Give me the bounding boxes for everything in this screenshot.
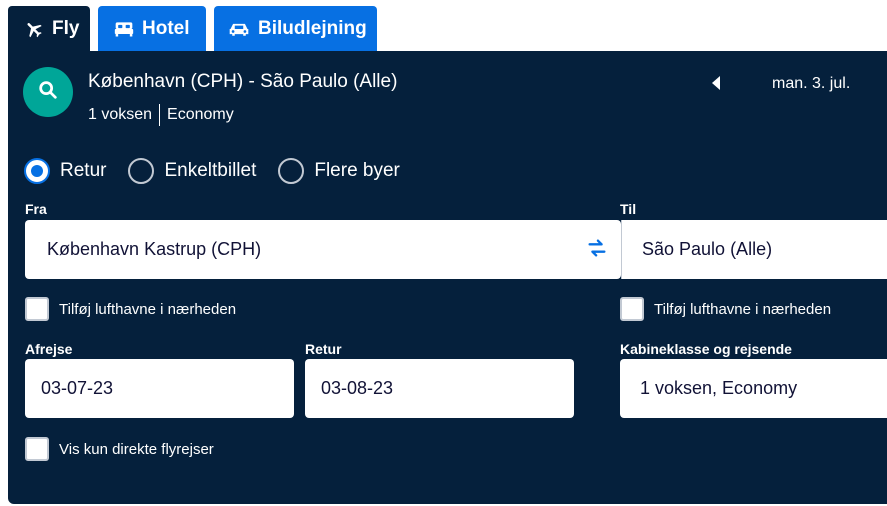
nearby-airports-to-checkbox[interactable]: Tilføj lufthavne i nærheden bbox=[620, 297, 831, 321]
from-input-value: København Kastrup (CPH) bbox=[47, 239, 262, 259]
cabin-travelers-label: Kabineklasse og rejsende bbox=[620, 341, 792, 357]
depart-date-value: 03-07-23 bbox=[41, 378, 114, 398]
car-icon bbox=[228, 21, 250, 37]
previous-date-arrow-icon[interactable] bbox=[710, 76, 722, 90]
tab-hotel[interactable]: Hotel bbox=[98, 6, 206, 51]
radio-unchecked-icon[interactable] bbox=[128, 158, 155, 184]
trip-type-one-way[interactable]: Enkeltbillet bbox=[128, 158, 256, 184]
travelers-summary: 1 voksen bbox=[88, 106, 153, 123]
radio-unchecked-icon[interactable] bbox=[278, 158, 305, 184]
to-label: Til bbox=[620, 201, 637, 217]
tab-car-hire[interactable]: Biludlejning bbox=[214, 6, 377, 51]
tab-fly[interactable]: Fly bbox=[8, 6, 90, 51]
traveler-summary: 1 voksen Economy bbox=[88, 104, 234, 126]
cabin-summary: Economy bbox=[167, 106, 234, 123]
return-date-input[interactable]: 03-08-23 bbox=[305, 359, 574, 418]
route-summary: København (CPH) - São Paulo (Alle) bbox=[88, 71, 398, 92]
search-icon bbox=[37, 79, 59, 106]
cabin-travelers-input[interactable]: 1 voksen, Economy bbox=[620, 359, 887, 418]
tab-car-hire-label: Biludlejning bbox=[258, 17, 367, 39]
trip-type-return-label: Retur bbox=[60, 160, 107, 181]
return-label: Retur bbox=[305, 341, 342, 357]
to-input[interactable]: São Paulo (Alle) bbox=[621, 220, 887, 279]
trip-type-multi-city-label: Flere byer bbox=[314, 160, 400, 181]
checkbox-box[interactable] bbox=[620, 297, 644, 321]
return-date-value: 03-08-23 bbox=[321, 378, 394, 398]
checkbox-box[interactable] bbox=[25, 297, 49, 321]
to-input-value: São Paulo (Alle) bbox=[642, 239, 773, 259]
checkbox-box[interactable] bbox=[25, 437, 49, 461]
vertical-tabs: Fly Hotel Biludlejning bbox=[0, 0, 887, 51]
date-summary: man. 3. jul. bbox=[772, 75, 851, 92]
radio-checked-icon[interactable] bbox=[24, 158, 50, 184]
nearby-airports-from-label: Tilføj lufthavne i nærheden bbox=[59, 300, 237, 318]
tab-fly-label: Fly bbox=[52, 17, 80, 39]
swap-airports-button[interactable] bbox=[584, 237, 610, 263]
tab-hotel-label: Hotel bbox=[142, 17, 190, 39]
trip-type-selector: Retur Enkeltbillet Flere byer bbox=[24, 158, 422, 184]
from-label: Fra bbox=[25, 201, 47, 217]
direct-flights-checkbox[interactable]: Vis kun direkte flyrejser bbox=[25, 437, 214, 461]
cabin-travelers-value: 1 voksen, Economy bbox=[640, 378, 798, 398]
nearby-airports-from-checkbox[interactable]: Tilføj lufthavne i nærheden bbox=[25, 297, 236, 321]
bed-icon bbox=[114, 20, 134, 38]
trip-type-multi-city[interactable]: Flere byer bbox=[278, 158, 400, 184]
depart-label: Afrejse bbox=[25, 341, 73, 357]
depart-date-input[interactable]: 03-07-23 bbox=[25, 359, 294, 418]
plane-icon bbox=[24, 19, 44, 39]
summary-divider bbox=[159, 104, 161, 126]
direct-flights-label: Vis kun direkte flyrejser bbox=[59, 440, 214, 458]
from-input[interactable]: København Kastrup (CPH) bbox=[25, 220, 621, 279]
search-panel: København (CPH) - São Paulo (Alle) 1 vok… bbox=[8, 51, 887, 504]
nearby-airports-to-label: Tilføj lufthavne i nærheden bbox=[654, 300, 832, 318]
trip-type-one-way-label: Enkeltbillet bbox=[164, 160, 257, 181]
trip-type-return[interactable]: Retur bbox=[24, 158, 106, 184]
search-summary-button[interactable] bbox=[23, 67, 73, 117]
swap-arrows-icon bbox=[586, 237, 608, 264]
